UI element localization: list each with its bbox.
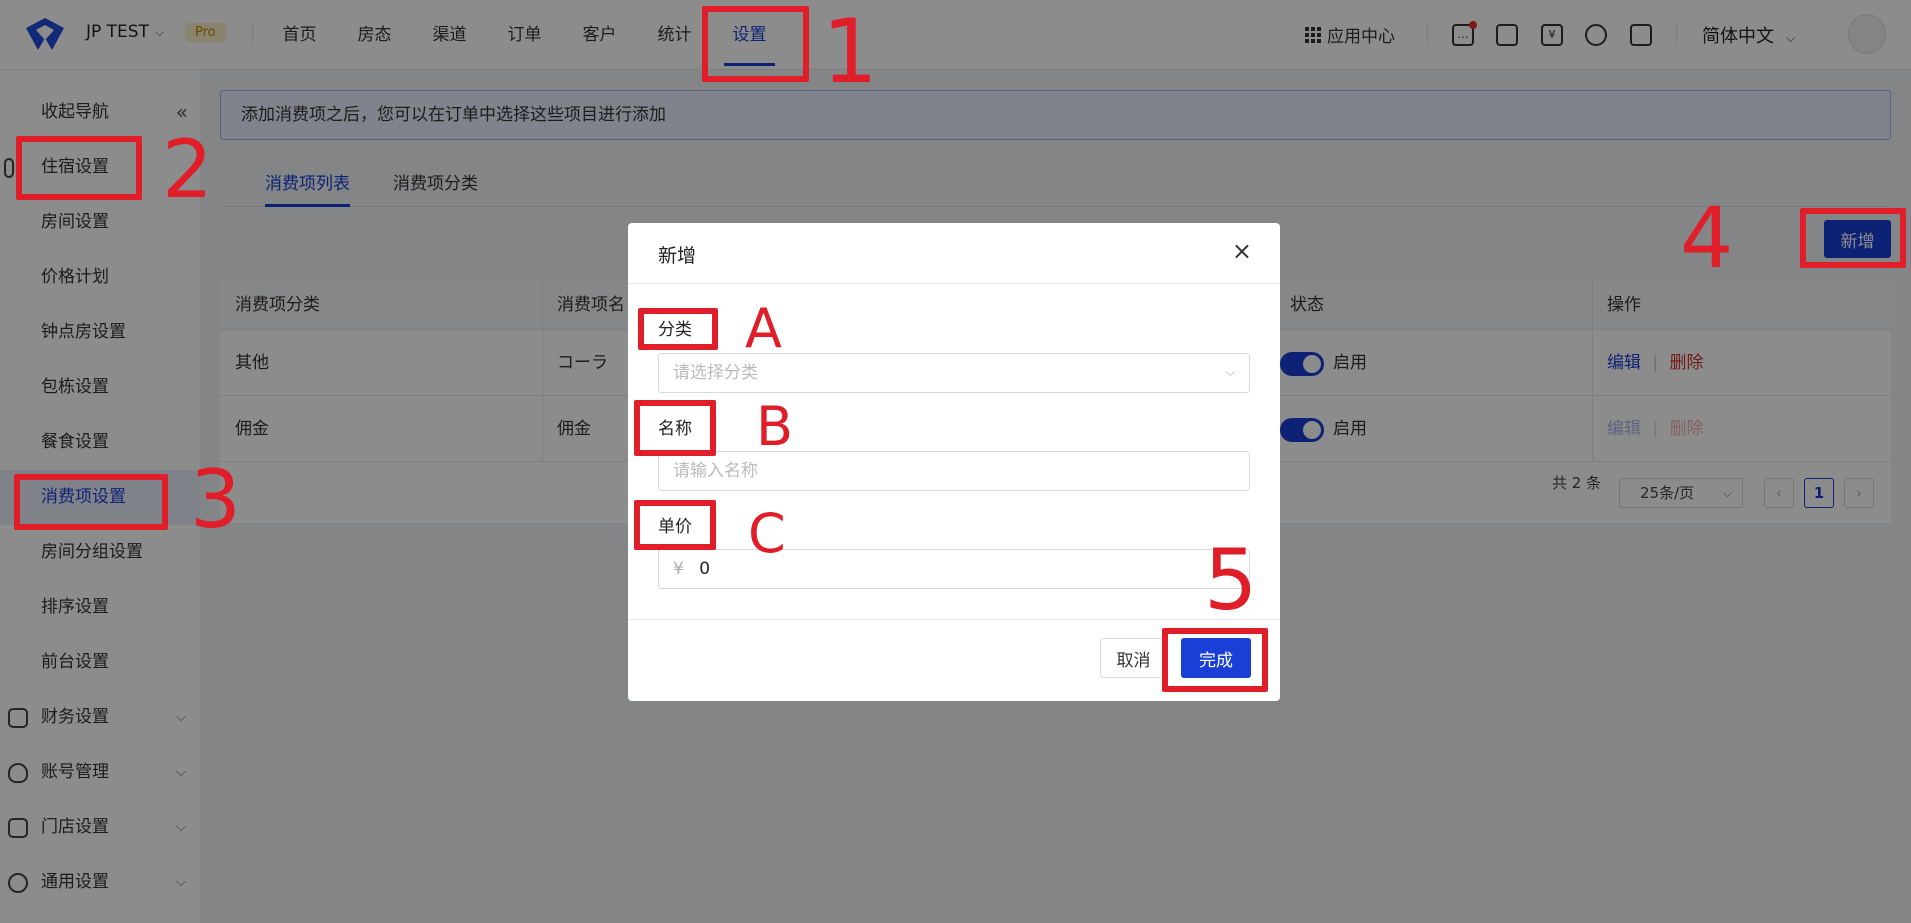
annotation-box-add [1800,208,1906,268]
annotation-box-confirm [1162,628,1268,692]
annotation-box-lodging [16,136,142,200]
annotation-step-2: 2 [162,123,213,216]
close-icon[interactable]: × [1232,237,1252,265]
dialog-title: 新增 [658,245,697,267]
annotation-box-price [634,500,716,550]
chevron-down-icon: ⌵ [1225,365,1235,380]
annotation-step-5: 5 [1204,531,1258,629]
cancel-button[interactable]: 取消 [1100,638,1167,678]
annotation-box-consumables [14,474,168,530]
annotation-label-a: A [745,297,782,360]
annotation-step-4: 4 [1680,189,1734,287]
dialog-header: 新增 × [628,223,1280,284]
name-input[interactable]: 请输入名称 [658,451,1250,491]
category-placeholder: 请选择分类 [673,363,758,383]
name-placeholder: 请输入名称 [673,461,758,481]
annotation-box-category [638,308,718,350]
price-input[interactable]: ¥ 0 [658,549,1250,589]
annotation-box-name [634,400,716,456]
currency-symbol: ¥ [673,559,684,579]
annotation-step-3: 3 [190,453,241,546]
annotation-box-settings [702,6,809,82]
annotation-label-b: B [756,395,794,458]
price-value: 0 [699,559,711,579]
annotation-step-1: 1 [822,0,878,103]
annotation-label-c: C [748,502,786,565]
